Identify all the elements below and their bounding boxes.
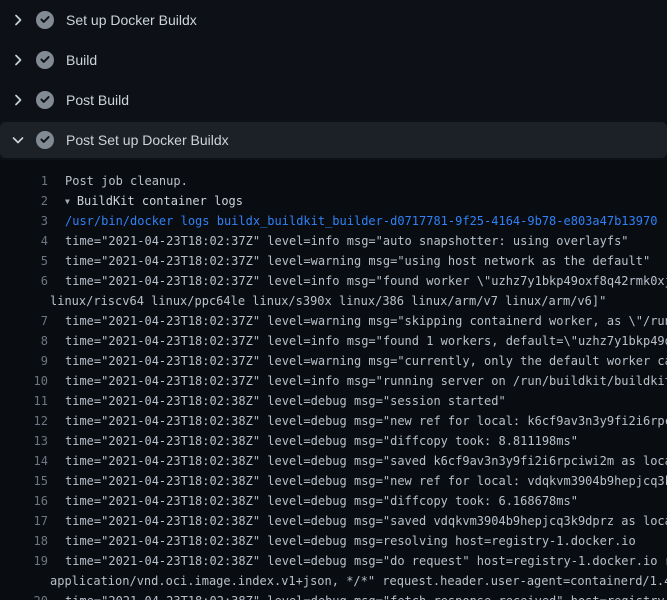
check-circle-icon bbox=[36, 131, 54, 149]
log-line: 11 ▼time="2021-04-23T18:02:38Z" level=de… bbox=[0, 391, 667, 411]
check-circle-icon bbox=[36, 11, 54, 29]
step-list: Set up Docker Buildx Build Post Build bbox=[0, 0, 667, 160]
log-line-text: ▼time="2021-04-23T18:02:37Z" level=info … bbox=[48, 371, 667, 391]
log-lines: 1 ▼Post job cleanup. 2 ▼BuildKit contain… bbox=[0, 171, 667, 600]
log-line: 9 ▼time="2021-04-23T18:02:37Z" level=war… bbox=[0, 351, 667, 371]
log-line: 12 ▼time="2021-04-23T18:02:38Z" level=de… bbox=[0, 411, 667, 431]
log-line: 16 ▼time="2021-04-23T18:02:38Z" level=de… bbox=[0, 491, 667, 511]
log-line-number[interactable]: 7 bbox=[0, 311, 48, 331]
log-line: 7 ▼time="2021-04-23T18:02:37Z" level=war… bbox=[0, 311, 667, 331]
log-line-number[interactable]: 5 bbox=[0, 251, 48, 271]
log-line-number[interactable]: 15 bbox=[0, 471, 48, 491]
step-row-post-set-up-docker-buildx[interactable]: Post Set up Docker Buildx bbox=[0, 122, 667, 158]
step-row-post-build[interactable]: Post Build bbox=[0, 80, 667, 120]
log-line-number[interactable]: 10 bbox=[0, 371, 48, 391]
log-line-text: ▼time="2021-04-23T18:02:38Z" level=debug… bbox=[48, 531, 636, 551]
log-line: ▼linux/riscv64 linux/ppc64le linux/s390x… bbox=[0, 291, 667, 311]
log-line: 18 ▼time="2021-04-23T18:02:38Z" level=de… bbox=[0, 531, 667, 551]
log-line-number[interactable]: 8 bbox=[0, 331, 48, 351]
log-line-text: ▼time="2021-04-23T18:02:38Z" level=debug… bbox=[48, 471, 667, 491]
chevron-right-icon bbox=[10, 52, 26, 68]
log-panel: 1 ▼Post job cleanup. 2 ▼BuildKit contain… bbox=[0, 160, 667, 600]
log-line-number[interactable]: 11 bbox=[0, 391, 48, 411]
chevron-right-icon bbox=[10, 92, 26, 108]
step-row-set-up-docker-buildx[interactable]: Set up Docker Buildx bbox=[0, 0, 667, 40]
log-line-text: ▼time="2021-04-23T18:02:38Z" level=debug… bbox=[48, 411, 667, 431]
log-line[interactable]: 2 ▼BuildKit container logs bbox=[0, 191, 667, 211]
log-line-number[interactable]: 2 bbox=[0, 191, 48, 211]
log-line-number[interactable]: 17 bbox=[0, 511, 48, 531]
log-line: 15 ▼time="2021-04-23T18:02:38Z" level=de… bbox=[0, 471, 667, 491]
triangle-down-icon: ▼ bbox=[65, 197, 70, 206]
log-line-text: ▼linux/riscv64 linux/ppc64le linux/s390x… bbox=[48, 291, 606, 311]
log-line-number[interactable]: 6 bbox=[0, 271, 48, 291]
log-line-number[interactable]: 16 bbox=[0, 491, 48, 511]
check-circle-icon bbox=[36, 91, 54, 109]
log-line-text: ▼time="2021-04-23T18:02:38Z" level=debug… bbox=[48, 591, 667, 600]
log-line-text: ▼Post job cleanup. bbox=[48, 171, 188, 191]
log-line-text: ▼BuildKit container logs bbox=[48, 191, 243, 211]
log-line-number[interactable]: 1 bbox=[0, 171, 48, 191]
log-line-text: ▼time="2021-04-23T18:02:38Z" level=debug… bbox=[48, 431, 578, 451]
log-line: 8 ▼time="2021-04-23T18:02:37Z" level=inf… bbox=[0, 331, 667, 351]
log-line-number[interactable]: 20 bbox=[0, 591, 48, 600]
log-line-number[interactable]: 4 bbox=[0, 231, 48, 251]
log-line-text: ▼time="2021-04-23T18:02:37Z" level=info … bbox=[48, 331, 667, 351]
log-line-number[interactable]: 12 bbox=[0, 411, 48, 431]
log-line: 19 ▼time="2021-04-23T18:02:38Z" level=de… bbox=[0, 551, 667, 571]
chevron-down-icon bbox=[10, 132, 26, 148]
log-line-text: ▼time="2021-04-23T18:02:37Z" level=info … bbox=[48, 271, 667, 291]
log-line-text: ▼time="2021-04-23T18:02:38Z" level=debug… bbox=[48, 551, 667, 571]
log-line-text: ▼time="2021-04-23T18:02:38Z" level=debug… bbox=[48, 391, 506, 411]
step-label: Set up Docker Buildx bbox=[66, 12, 197, 28]
log-line-text: ▼time="2021-04-23T18:02:38Z" level=debug… bbox=[48, 491, 578, 511]
log-line: ▼application/vnd.oci.image.index.v1+json… bbox=[0, 571, 667, 591]
log-line: 5 ▼time="2021-04-23T18:02:37Z" level=war… bbox=[0, 251, 667, 271]
log-line: 14 ▼time="2021-04-23T18:02:38Z" level=de… bbox=[0, 451, 667, 471]
log-line-text: ▼time="2021-04-23T18:02:37Z" level=warni… bbox=[48, 251, 650, 271]
log-line-number[interactable]: 3 bbox=[0, 211, 48, 231]
log-line-number[interactable]: 14 bbox=[0, 451, 48, 471]
log-line-text: ▼time="2021-04-23T18:02:38Z" level=debug… bbox=[48, 451, 667, 471]
log-line-number[interactable]: 18 bbox=[0, 531, 48, 551]
log-line: 10 ▼time="2021-04-23T18:02:37Z" level=in… bbox=[0, 371, 667, 391]
log-line: 20 ▼time="2021-04-23T18:02:38Z" level=de… bbox=[0, 591, 667, 600]
step-label: Post Build bbox=[66, 92, 129, 108]
log-line-number[interactable]: 19 bbox=[0, 551, 48, 571]
step-row-build[interactable]: Build bbox=[0, 40, 667, 80]
log-line-text: ▼time="2021-04-23T18:02:37Z" level=warni… bbox=[48, 351, 667, 371]
log-line-text: ▼time="2021-04-23T18:02:38Z" level=debug… bbox=[48, 511, 667, 531]
log-line-number[interactable]: 9 bbox=[0, 351, 48, 371]
log-line: 1 ▼Post job cleanup. bbox=[0, 171, 667, 191]
log-line: 17 ▼time="2021-04-23T18:02:38Z" level=de… bbox=[0, 511, 667, 531]
check-circle-icon bbox=[36, 51, 54, 69]
step-label: Build bbox=[66, 52, 97, 68]
log-line-text: ▼time="2021-04-23T18:02:37Z" level=warni… bbox=[48, 311, 667, 331]
step-label: Post Set up Docker Buildx bbox=[66, 132, 229, 148]
chevron-right-icon bbox=[10, 12, 26, 28]
log-line-text: ▼time="2021-04-23T18:02:37Z" level=info … bbox=[48, 231, 629, 251]
log-line-number[interactable] bbox=[0, 291, 48, 311]
log-line: 4 ▼time="2021-04-23T18:02:37Z" level=inf… bbox=[0, 231, 667, 251]
log-line-text: ▼application/vnd.oci.image.index.v1+json… bbox=[48, 571, 667, 591]
log-line: 3 ▼/usr/bin/docker logs buildx_buildkit_… bbox=[0, 211, 667, 231]
log-line-number[interactable]: 13 bbox=[0, 431, 48, 451]
log-line: 13 ▼time="2021-04-23T18:02:38Z" level=de… bbox=[0, 431, 667, 451]
actions-log-viewer: Set up Docker Buildx Build Post Build bbox=[0, 0, 667, 600]
log-line-text: ▼/usr/bin/docker logs buildx_buildkit_bu… bbox=[48, 211, 657, 231]
log-line-number[interactable] bbox=[0, 571, 48, 591]
log-line: 6 ▼time="2021-04-23T18:02:37Z" level=inf… bbox=[0, 271, 667, 291]
